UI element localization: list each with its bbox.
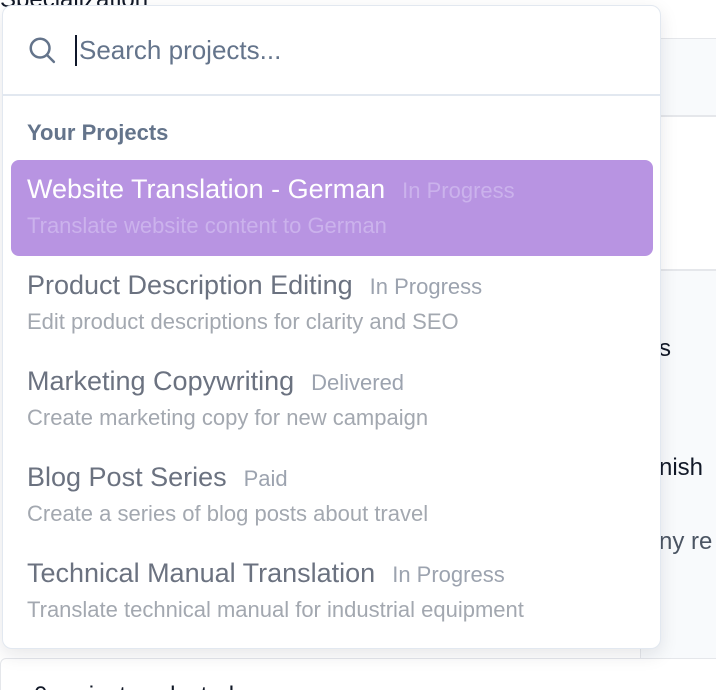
project-description: Create marketing copy for new campaign [27,405,429,430]
project-title: Technical Manual Translation [27,558,376,588]
project-title: Blog Post Series [27,462,227,492]
project-status: Paid [243,466,288,491]
search-input[interactable] [75,34,615,66]
project-description: Translate technical manual for industria… [27,597,524,622]
project-title: Product Description Editing [27,270,353,300]
project-status: Delivered [311,370,405,395]
project-option[interactable]: Website Translation - German In Progress… [11,160,653,256]
project-option[interactable]: Blog Post Series Paid Create a series of… [11,448,653,544]
group-heading: Your Projects [27,120,169,145]
background-text: ny re [659,528,713,555]
search-row [3,6,660,96]
background-select-text: 0 projects selected [34,682,234,690]
project-status: In Progress [402,178,515,203]
project-title: Marketing Copywriting [27,366,295,396]
project-status: In Progress [392,562,505,587]
project-description: Translate website content to German [27,213,387,238]
project-description: Create a series of blog posts about trav… [27,501,429,526]
project-option[interactable]: Technical Manual Translation In Progress… [11,544,653,640]
project-description: Edit product descriptions for clarity an… [27,309,459,334]
project-status: In Progress [369,274,483,299]
project-option[interactable]: Product Description Editing In Progress … [11,256,653,352]
project-title: Website Translation - German [27,174,386,204]
search-icon [27,35,57,65]
project-option[interactable]: Marketing Copywriting Delivered Create m… [11,352,653,448]
project-search-dropdown: Your Projects Website Translation - Germ… [2,5,661,649]
background-text: nish [659,454,704,481]
